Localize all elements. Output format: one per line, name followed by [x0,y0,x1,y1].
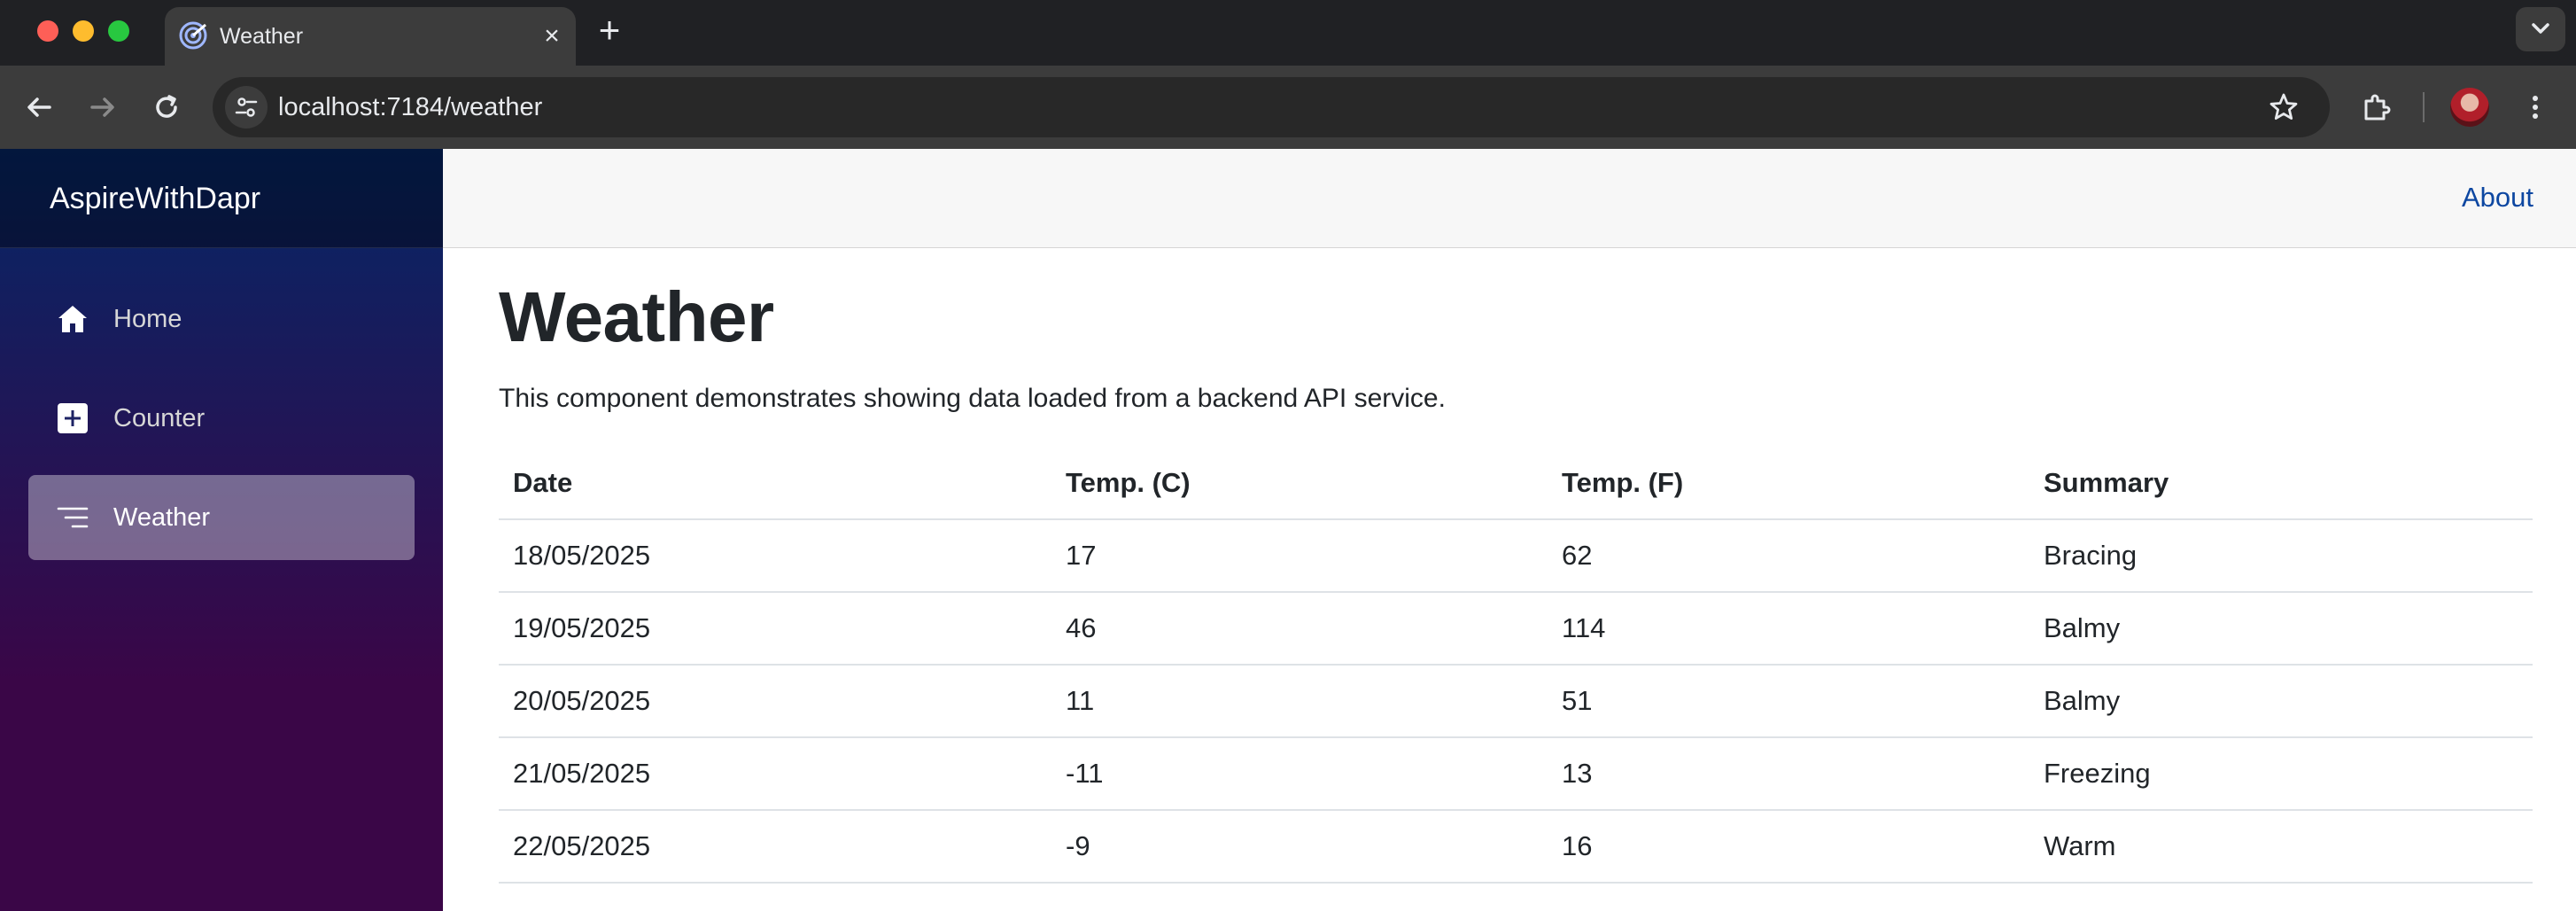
table-row: 21/05/2025 -11 13 Freezing [499,737,2533,811]
menu-button[interactable] [2510,82,2560,132]
page-description: This component demonstrates showing data… [499,384,1446,413]
tune-icon [235,97,258,117]
forward-button[interactable] [78,82,128,132]
table-cell: 51 [1548,665,2029,738]
table-row: 19/05/2025 46 114 Balmy [499,592,2533,666]
sidebar: AspireWithDapr Home Counter Weather [0,149,443,911]
browser-toolbar: localhost:7184/weather [0,66,2576,149]
tab-search-button[interactable] [2516,7,2565,51]
profile-avatar[interactable] [2450,88,2489,127]
table-cell: 11 [1051,665,1548,738]
table-cell: -11 [1051,737,1548,811]
address-bar[interactable]: localhost:7184/weather [213,77,2330,137]
extensions-button[interactable] [2351,82,2401,132]
back-button[interactable] [14,82,64,132]
table-row: 18/05/2025 17 62 Bracing [499,519,2533,593]
tab-strip: Weather × + [0,0,2576,66]
table-row: 22/05/2025 -9 16 Warm [499,810,2533,884]
chevron-down-icon [2532,23,2549,34]
column-header: Temp. (C) [1051,447,1548,520]
column-header: Date [499,447,1051,520]
close-window-button[interactable] [37,20,58,42]
table-cell: 18/05/2025 [499,519,1051,593]
maximize-window-button[interactable] [108,20,129,42]
table-cell: 16 [1548,810,2029,884]
reload-button[interactable] [142,82,191,132]
new-tab-button[interactable]: + [590,11,629,50]
table-cell: 114 [1548,592,2029,666]
more-vertical-icon [2533,96,2538,119]
table-cell: 13 [1548,737,2029,811]
home-icon [57,303,89,335]
table-cell: 17 [1051,519,1548,593]
arrow-right-icon [90,97,114,117]
table-cell: 19/05/2025 [499,592,1051,666]
table-cell: -9 [1051,810,1548,884]
web-page: AspireWithDapr Home Counter Weather Abou… [0,149,2576,911]
close-tab-icon[interactable]: × [531,16,572,57]
top-row: About [443,149,2576,248]
nav-label: Home [113,305,182,333]
table-cell: 62 [1548,519,2029,593]
reload-icon [156,95,177,118]
column-header: Temp. (F) [1548,447,2029,520]
puzzle-icon [2364,94,2391,121]
star-icon [2270,93,2298,120]
browser-tab[interactable]: Weather × [165,7,576,66]
plus-square-icon [57,402,89,434]
tab-title: Weather [220,24,304,49]
table-cell: 20/05/2025 [499,665,1051,738]
table-cell: Balmy [2029,665,2533,738]
nav-item-weather[interactable]: Weather [28,475,415,560]
table-cell: Freezing [2029,737,2533,811]
minimize-window-button[interactable] [73,20,94,42]
bookmark-button[interactable] [2259,82,2308,132]
table-cell: Warm [2029,810,2533,884]
nav-label: Counter [113,404,206,432]
column-header: Summary [2029,447,2533,520]
table-cell: Balmy [2029,592,2533,666]
table-cell: 22/05/2025 [499,810,1051,884]
nav-item-home[interactable]: Home [28,276,415,362]
brand-link[interactable]: AspireWithDapr [50,149,260,248]
list-icon [57,502,89,533]
toolbar-divider [2423,92,2425,122]
table-cell: 21/05/2025 [499,737,1051,811]
table-row: 20/05/2025 11 51 Balmy [499,665,2533,738]
table-header-row: Date Temp. (C) Temp. (F) Summary [499,447,2533,520]
page-title: Weather [499,277,774,356]
about-link[interactable]: About [2462,149,2533,246]
site-info-button[interactable] [225,86,268,128]
nav-label: Weather [113,503,211,532]
table-cell: Bracing [2029,519,2533,593]
table-cell: 46 [1051,592,1548,666]
sidebar-header: AspireWithDapr [0,149,443,248]
nav-item-counter[interactable]: Counter [28,376,415,461]
url-text: localhost:7184/weather [278,93,543,121]
aspire-favicon-icon [177,19,209,51]
arrow-left-icon [27,97,51,117]
weather-table: Date Temp. (C) Temp. (F) Summary 18/05/2… [499,447,2533,884]
